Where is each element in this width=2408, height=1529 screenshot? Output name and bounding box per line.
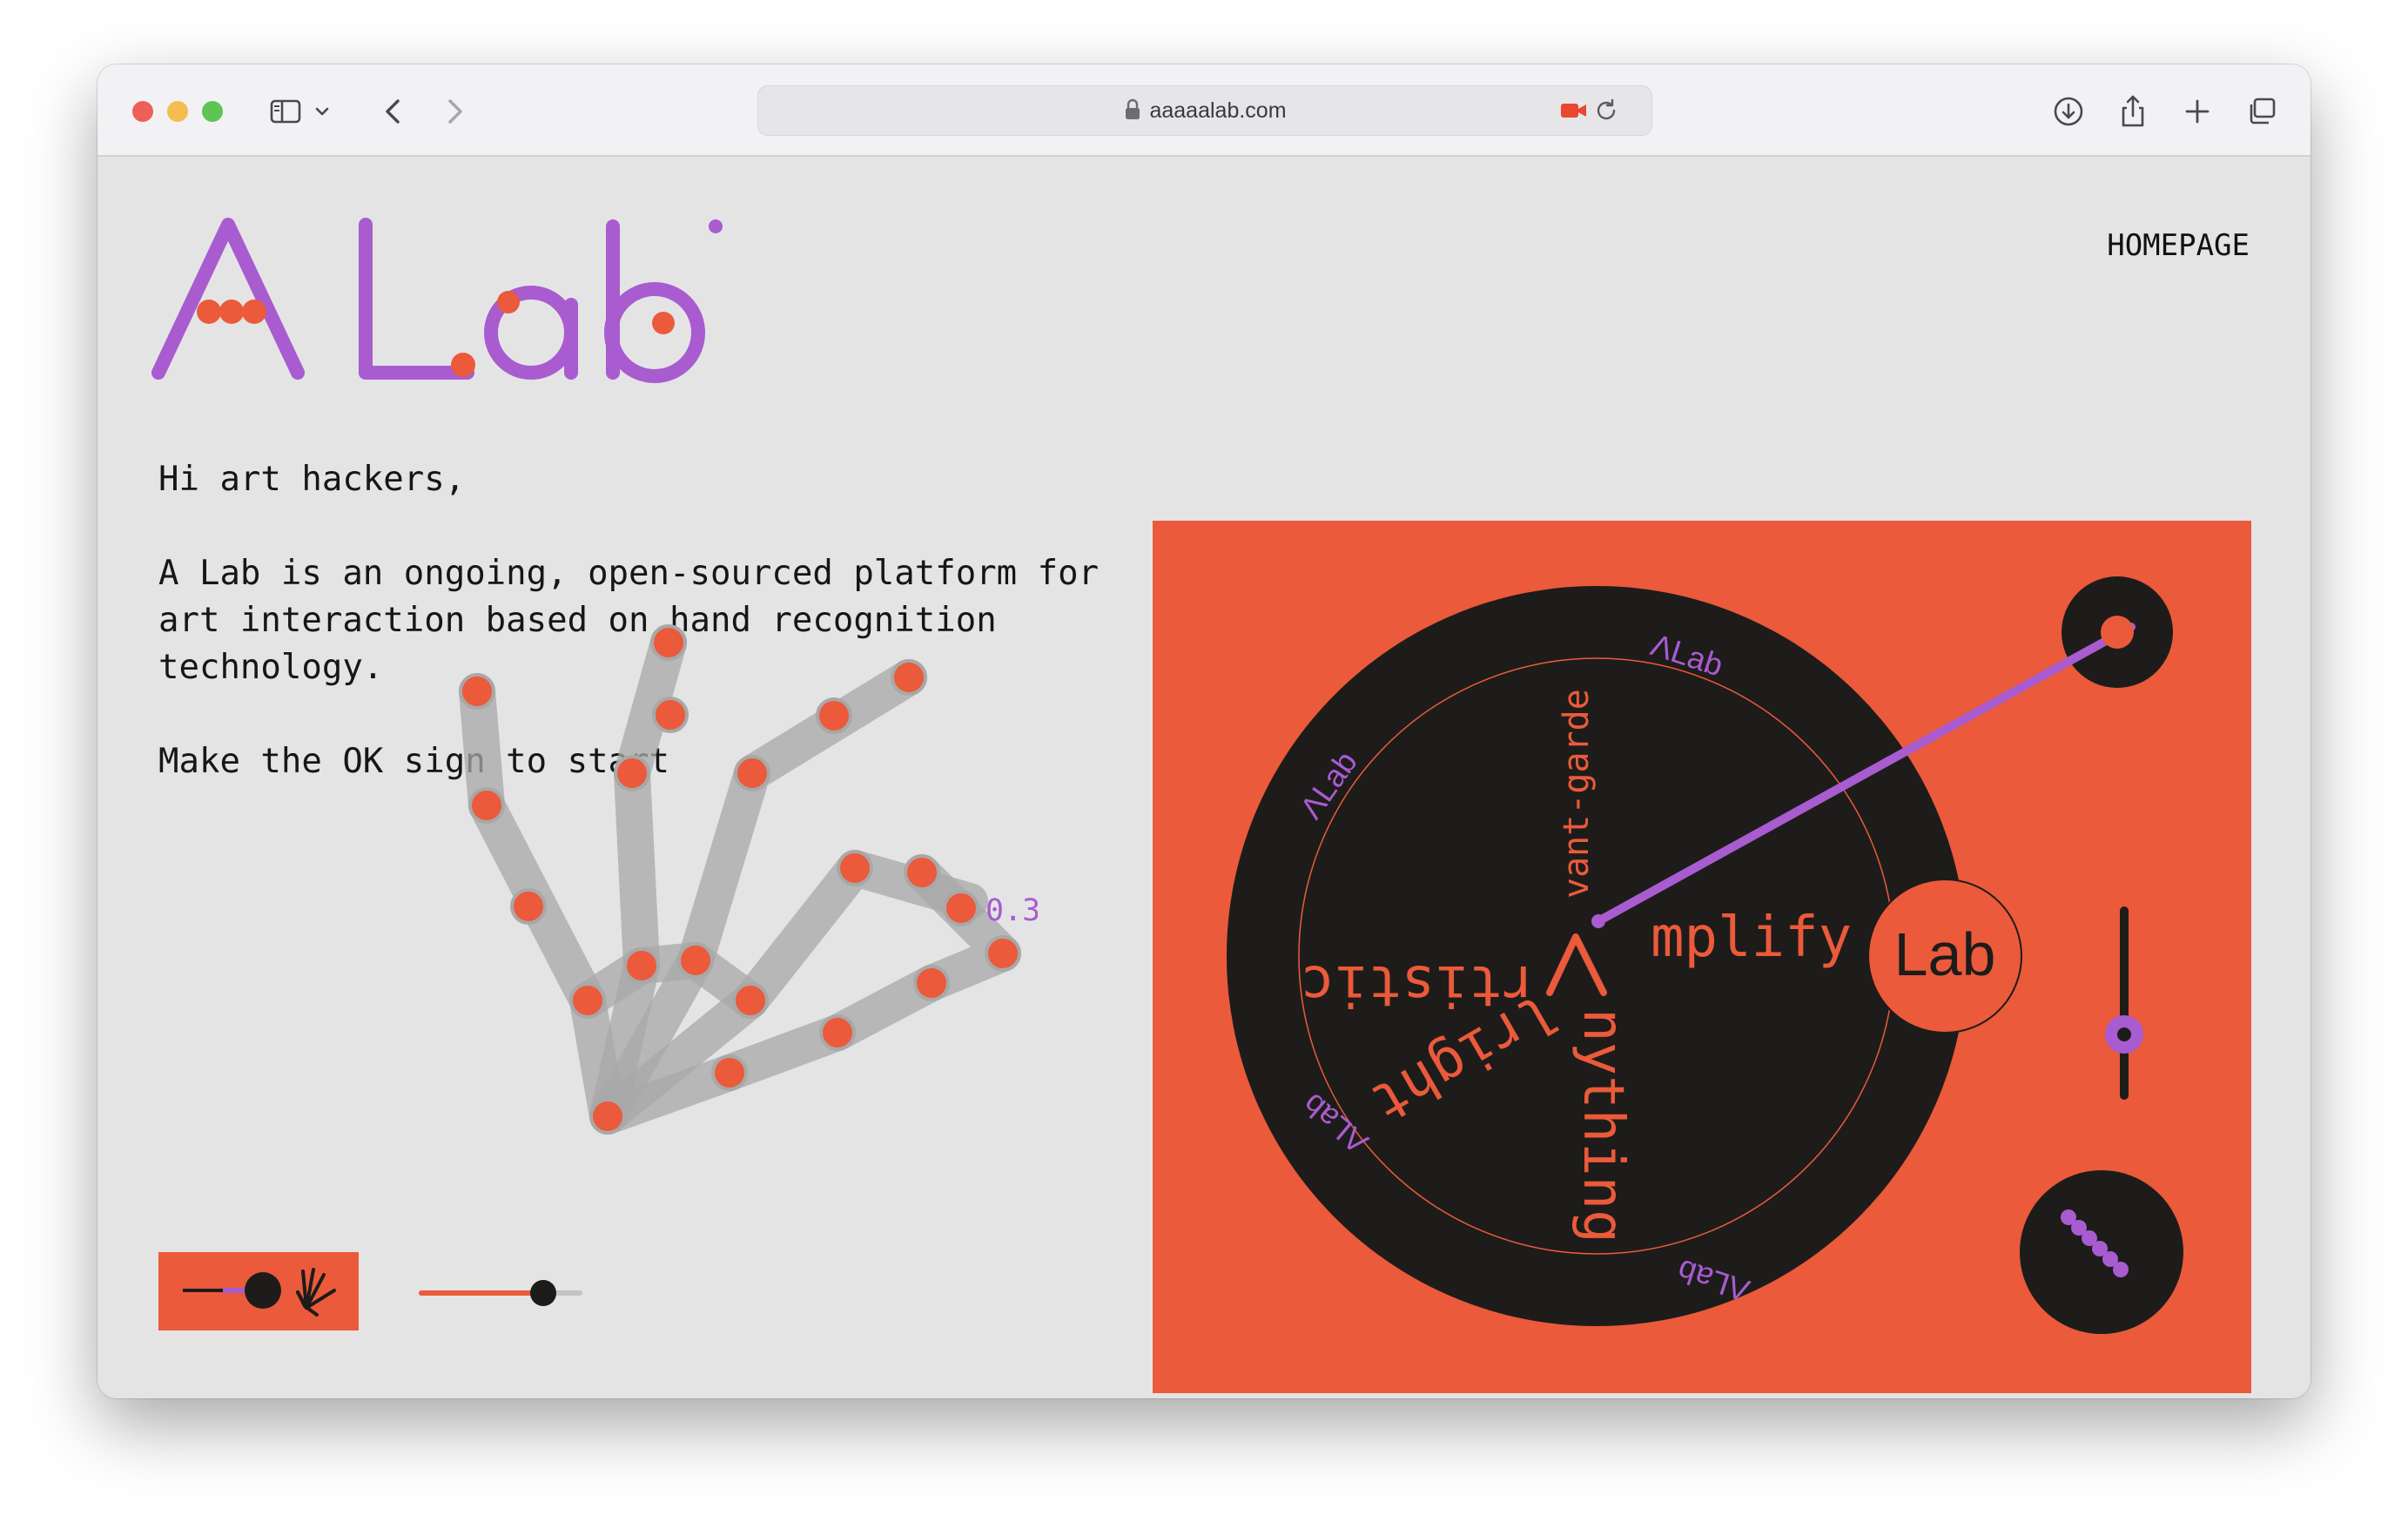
reload-icon[interactable] bbox=[1592, 97, 1620, 125]
slider-knob[interactable] bbox=[530, 1280, 556, 1306]
address-bar[interactable]: aaaaalab.com bbox=[757, 85, 1652, 136]
tabs-overview-icon[interactable] bbox=[2241, 91, 2283, 132]
intensity-slider[interactable] bbox=[418, 1280, 583, 1306]
minimize-window-button[interactable] bbox=[167, 101, 188, 122]
close-window-button[interactable] bbox=[132, 101, 153, 122]
browser-window: aaaaalab.com HOMEPAGE Hi art hackers, A … bbox=[98, 64, 2310, 1398]
word-avant-garde: vant-garde bbox=[1557, 689, 1597, 899]
download-icon[interactable] bbox=[2048, 91, 2089, 132]
homepage-link[interactable]: HOMEPAGE bbox=[2107, 228, 2250, 263]
url-display[interactable]: aaaaalab.com bbox=[758, 86, 1651, 135]
new-tab-icon[interactable] bbox=[2176, 91, 2218, 132]
chevron-down-icon[interactable] bbox=[310, 91, 334, 132]
camera-icon[interactable] bbox=[1559, 98, 1589, 123]
greeting: Hi art hackers, bbox=[158, 460, 466, 499]
turntable-panel: ΛLab ΛLab ΛLab ΛLab mplify vant-garde rt… bbox=[1153, 521, 2251, 1393]
back-icon[interactable] bbox=[373, 91, 414, 132]
record-label-text: Lab bbox=[1894, 920, 1996, 988]
word-anything: nything bbox=[1571, 1008, 1635, 1243]
word-amplify: mplify bbox=[1651, 906, 1852, 970]
sidebar-icon[interactable] bbox=[265, 91, 306, 132]
tonearm-pivot bbox=[2101, 616, 2134, 649]
forward-icon[interactable] bbox=[434, 91, 475, 132]
hand-skeleton-overlay: 0.3s bbox=[459, 624, 1038, 1135]
zoom-window-button[interactable] bbox=[202, 101, 223, 122]
url-text: aaaaalab.com bbox=[1149, 98, 1287, 123]
turntable-graphic: ΛLab ΛLab ΛLab ΛLab mplify vant-garde rt… bbox=[1227, 576, 2183, 1334]
pitch-slider-knob-center bbox=[2117, 1027, 2131, 1041]
share-icon[interactable] bbox=[2112, 91, 2154, 132]
site-logo[interactable] bbox=[150, 218, 724, 392]
browser-titlebar: aaaaalab.com bbox=[98, 64, 2310, 157]
lock-icon bbox=[1126, 98, 1140, 119]
toggle-knob[interactable] bbox=[245, 1272, 281, 1309]
gesture-timer: 0.3s bbox=[985, 893, 1038, 928]
hand-icon bbox=[296, 1268, 336, 1317]
hand-tracking-toggle[interactable] bbox=[158, 1252, 359, 1330]
toggle-graphic bbox=[183, 1268, 336, 1317]
needle-tip bbox=[1591, 914, 1605, 928]
web-page: HOMEPAGE Hi art hackers, A Lab is an ong… bbox=[98, 157, 2310, 1398]
